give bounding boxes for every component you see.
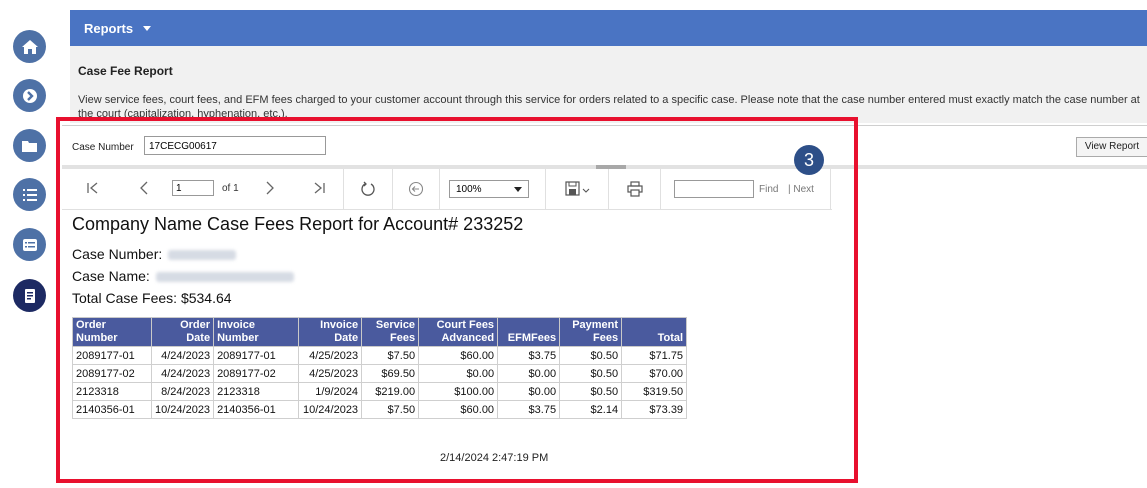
table-cell: $7.50 (361, 400, 420, 419)
table-cell: $3.75 (497, 400, 561, 419)
redacted-case-number (168, 250, 237, 261)
column-header: Payment Fees (559, 317, 623, 347)
next-button[interactable]: | Next (788, 184, 814, 195)
report-generated-timestamp: 2/14/2024 2:47:19 PM (440, 452, 549, 464)
save-export-icon[interactable] (565, 181, 591, 197)
case-number-input[interactable]: 17CECG00617 (144, 136, 326, 155)
home-icon[interactable] (13, 30, 46, 63)
last-page-icon[interactable] (312, 181, 326, 195)
table-cell: $0.00 (497, 364, 561, 383)
chevron-down-icon (514, 187, 522, 192)
table-cell: 8/24/2023 (150, 382, 215, 401)
find-input[interactable] (674, 180, 754, 198)
column-header: EFMFees (497, 317, 561, 347)
table-cell: 2140356-01 (213, 400, 300, 419)
table-cell: $2.14 (559, 400, 623, 419)
table-cell: 1/9/2024 (298, 382, 363, 401)
arrow-right-circle-icon[interactable] (13, 79, 46, 112)
table-cell: 4/24/2023 (150, 364, 215, 383)
table-cell: $71.75 (621, 346, 688, 365)
table-cell: $0.50 (559, 382, 623, 401)
case-number-label: Case Number (72, 142, 134, 153)
table-cell: $60.00 (418, 346, 499, 365)
table-cell: 2123318 (72, 382, 152, 401)
table-cell: 2089177-02 (72, 364, 152, 383)
table-cell: $0.50 (559, 364, 623, 383)
next-page-icon[interactable] (262, 181, 276, 195)
table-cell: 10/24/2023 (298, 400, 363, 419)
folder-icon[interactable] (13, 129, 46, 162)
total-case-fees: Total Case Fees: $534.64 (72, 290, 232, 306)
fees-table: Order Number Order Date Invoice Number I… (72, 317, 688, 419)
table-cell: $319.50 (621, 382, 688, 401)
table-cell: 4/25/2023 (298, 364, 363, 383)
refresh-icon[interactable] (360, 181, 376, 197)
column-header: Total (621, 317, 688, 347)
case-number-line: Case Number: (72, 246, 237, 262)
table-cell: $0.00 (497, 382, 561, 401)
column-header: Order Number (72, 317, 152, 347)
table-cell: $3.75 (497, 346, 561, 365)
table-row: 2089177-02 4/24/2023 2089177-02 4/25/202… (72, 364, 688, 383)
table-row: 2140356-01 10/24/2023 2140356-01 10/24/2… (72, 400, 688, 419)
report-parameters: Case Number 17CECG00617 View Report (62, 125, 1147, 167)
table-cell: 4/25/2023 (298, 346, 363, 365)
table-cell: 2140356-01 (72, 400, 152, 419)
table-cell: 2089177-01 (213, 346, 300, 365)
table-cell: $70.00 (621, 364, 688, 383)
list-box-icon[interactable] (13, 228, 46, 261)
page-number-input[interactable]: 1 (172, 180, 214, 196)
table-cell: 10/24/2023 (150, 400, 215, 419)
page-count: of 1 (222, 183, 239, 194)
report-description: View service fees, court fees, and EFM f… (78, 94, 1140, 120)
table-cell: $60.00 (418, 400, 499, 419)
print-icon[interactable] (627, 181, 643, 197)
zoom-select[interactable]: 100% (449, 180, 529, 198)
find-button[interactable]: Find (759, 184, 778, 195)
case-name-line: Case Name: (72, 268, 294, 284)
top-menu-bar: Reports (70, 10, 1147, 46)
list-icon[interactable] (13, 178, 46, 211)
table-cell: 2123318 (213, 382, 300, 401)
callout-badge: 3 (794, 145, 824, 175)
redacted-case-name (155, 272, 294, 283)
table-cell: $69.50 (361, 364, 420, 383)
column-header: Order Date (150, 317, 215, 347)
table-cell: $0.50 (559, 346, 623, 365)
report-description-panel: Case Fee Report View service fees, court… (70, 46, 1147, 123)
left-nav (0, 0, 62, 488)
table-cell: $73.39 (621, 400, 688, 419)
chevron-down-icon[interactable] (143, 26, 151, 31)
table-row: 2123318 8/24/2023 2123318 1/9/2024 $219.… (72, 382, 688, 401)
column-header: Service Fees (361, 317, 420, 347)
table-cell: $7.50 (361, 346, 420, 365)
column-header: Court Fees Advanced (418, 317, 499, 347)
zoom-value: 100% (456, 184, 482, 195)
report-title: Company Name Case Fees Report for Accoun… (72, 214, 524, 234)
table-row: 2089177-01 4/24/2023 2089177-01 4/25/202… (72, 346, 688, 365)
table-cell: 2089177-02 (213, 364, 300, 383)
table-cell: 4/24/2023 (150, 346, 215, 365)
table-cell: $100.00 (418, 382, 499, 401)
previous-page-icon[interactable] (138, 181, 152, 195)
report-toolbar: 1 of 1 100% Find | Next (62, 169, 832, 210)
table-cell: $0.00 (418, 364, 499, 383)
report-document-icon[interactable] (13, 279, 46, 312)
back-icon[interactable] (408, 181, 424, 197)
column-header: Invoice Date (298, 317, 363, 347)
table-header-row: Order Number Order Date Invoice Number I… (72, 317, 688, 347)
table-cell: 2089177-01 (72, 346, 152, 365)
table-cell: $219.00 (361, 382, 420, 401)
case-name-field-label: Case Name: (72, 268, 150, 284)
case-number-field-label: Case Number: (72, 246, 163, 262)
view-report-button[interactable]: View Report (1076, 137, 1147, 157)
page-title: Case Fee Report (78, 64, 173, 78)
reports-menu[interactable]: Reports (84, 21, 133, 36)
column-header: Invoice Number (213, 317, 300, 347)
first-page-icon[interactable] (86, 181, 100, 195)
